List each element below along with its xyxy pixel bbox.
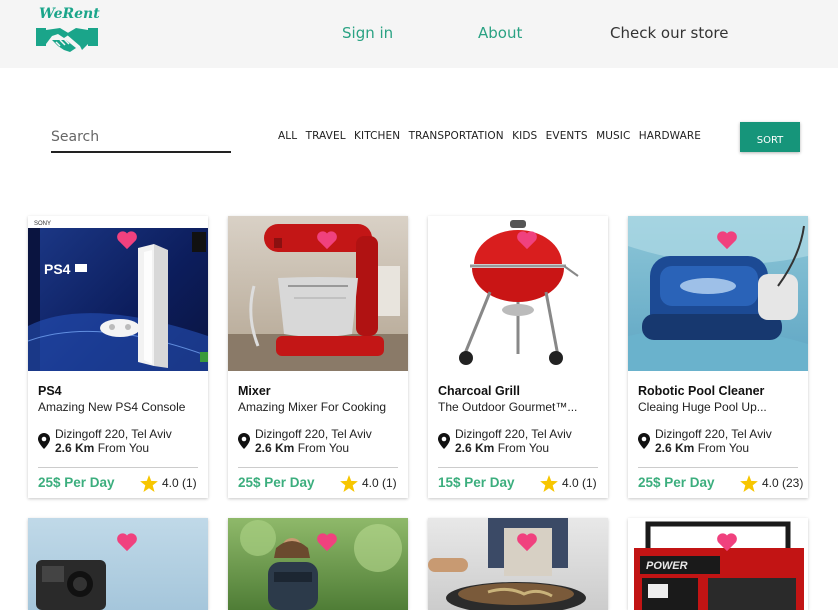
favorite-heart-icon[interactable]	[716, 230, 738, 250]
product-distance: 2.6 Km From You	[455, 441, 550, 455]
product-distance: 2.6 Km From You	[655, 441, 750, 455]
product-price: 25$ Per Day	[38, 475, 115, 490]
favorite-heart-icon[interactable]	[716, 532, 738, 552]
product-image-charcoal-grill	[428, 216, 608, 371]
category-kids[interactable]: KIDS	[512, 130, 537, 142]
svg-text:POWER: POWER	[646, 560, 688, 572]
product-card-robotic-pool-cleaner[interactable]: Robotic Pool Cleaner Cleaing Huge Pool U…	[628, 216, 808, 498]
product-card-power-generator[interactable]: POWER	[628, 518, 808, 610]
product-subtitle: Amazing New PS4 Console	[38, 400, 186, 414]
product-rating: 4.0 (23)	[762, 476, 804, 490]
handshake-icon	[36, 28, 98, 52]
product-address: Dizingoff 220, Tel Aviv	[455, 427, 572, 441]
favorite-heart-icon[interactable]	[516, 230, 538, 250]
star-icon	[540, 475, 558, 492]
card-divider	[238, 467, 398, 468]
svg-text:PS4: PS4	[44, 261, 71, 277]
card-divider	[38, 467, 198, 468]
product-title: Robotic Pool Cleaner	[638, 384, 765, 398]
product-address: Dizingoff 220, Tel Aviv	[55, 427, 172, 441]
product-subtitle: Cleaing Huge Pool Up...	[638, 400, 767, 414]
star-icon	[740, 475, 758, 492]
search-field	[51, 124, 231, 153]
product-image-cooking-wok	[428, 518, 608, 610]
nav-store-link[interactable]: Check our store	[610, 24, 728, 42]
favorite-heart-icon[interactable]	[116, 532, 138, 552]
product-title: Mixer	[238, 384, 271, 398]
product-image-power-generator: POWER	[628, 518, 808, 610]
svg-text:SONY: SONY	[34, 221, 51, 227]
category-travel[interactable]: TRAVEL	[306, 130, 346, 142]
product-subtitle: The Outdoor Gourmet™...	[438, 400, 578, 414]
product-image-action-camera	[28, 518, 208, 610]
product-rating: 4.0 (1)	[562, 476, 597, 490]
product-image-mixer	[228, 216, 408, 371]
favorite-heart-icon[interactable]	[116, 230, 138, 250]
logo-text: WeRent	[39, 6, 100, 22]
product-image-robotic-pool-cleaner	[628, 216, 808, 371]
location-pin-icon	[638, 433, 650, 449]
product-price: 25$ Per Day	[638, 475, 715, 490]
sort-button[interactable]: SORT	[740, 122, 800, 152]
category-transportation[interactable]: TRANSPORTATION	[409, 130, 504, 142]
location-pin-icon	[238, 433, 250, 449]
product-card-hiking-backpack[interactable]	[228, 518, 408, 610]
product-price: 15$ Per Day	[438, 475, 515, 490]
category-hardware[interactable]: HARDWARE	[639, 130, 701, 142]
product-card-charcoal-grill[interactable]: Charcoal Grill The Outdoor Gourmet™... D…	[428, 216, 608, 498]
category-music[interactable]: MUSIC	[596, 130, 630, 142]
favorite-heart-icon[interactable]	[316, 532, 338, 552]
product-card-mixer[interactable]: Mixer Amazing Mixer For Cooking Dizingof…	[228, 216, 408, 498]
product-distance: 2.6 Km From You	[55, 441, 150, 455]
location-pin-icon	[38, 433, 50, 449]
product-rating: 4.0 (1)	[162, 476, 197, 490]
favorite-heart-icon[interactable]	[316, 230, 338, 250]
product-image-hiking-backpack	[228, 518, 408, 610]
product-distance: 2.6 Km From You	[255, 441, 350, 455]
product-title: PS4	[38, 384, 62, 398]
star-icon	[140, 475, 158, 492]
product-image-ps4: SONY PS4	[28, 216, 208, 371]
product-subtitle: Amazing Mixer For Cooking	[238, 400, 387, 414]
product-price: 25$ Per Day	[238, 475, 315, 490]
product-address: Dizingoff 220, Tel Aviv	[255, 427, 372, 441]
product-title: Charcoal Grill	[438, 384, 520, 398]
category-filter-bar: ALL TRAVEL KITCHEN TRANSPORTATION KIDS E…	[278, 130, 709, 142]
product-card-cooking-wok[interactable]	[428, 518, 608, 610]
product-rating: 4.0 (1)	[362, 476, 397, 490]
nav-about-link[interactable]: About	[478, 24, 522, 42]
category-kitchen[interactable]: KITCHEN	[354, 130, 400, 142]
top-navbar: WeRent Sign in About Check our store	[0, 0, 838, 68]
category-events[interactable]: EVENTS	[546, 130, 588, 142]
search-input[interactable]	[51, 124, 231, 150]
card-divider	[438, 467, 598, 468]
werent-logo[interactable]: WeRent	[36, 6, 100, 56]
star-icon	[340, 475, 358, 492]
product-card-ps4[interactable]: SONY PS4 PS4 Amazing New PS4 Console Diz…	[28, 216, 208, 498]
product-address: Dizingoff 220, Tel Aviv	[655, 427, 772, 441]
category-all[interactable]: ALL	[278, 130, 297, 142]
product-card-action-camera[interactable]	[28, 518, 208, 610]
nav-sign-in-link[interactable]: Sign in	[342, 24, 393, 42]
favorite-heart-icon[interactable]	[516, 532, 538, 552]
location-pin-icon	[438, 433, 450, 449]
card-divider	[638, 467, 798, 468]
